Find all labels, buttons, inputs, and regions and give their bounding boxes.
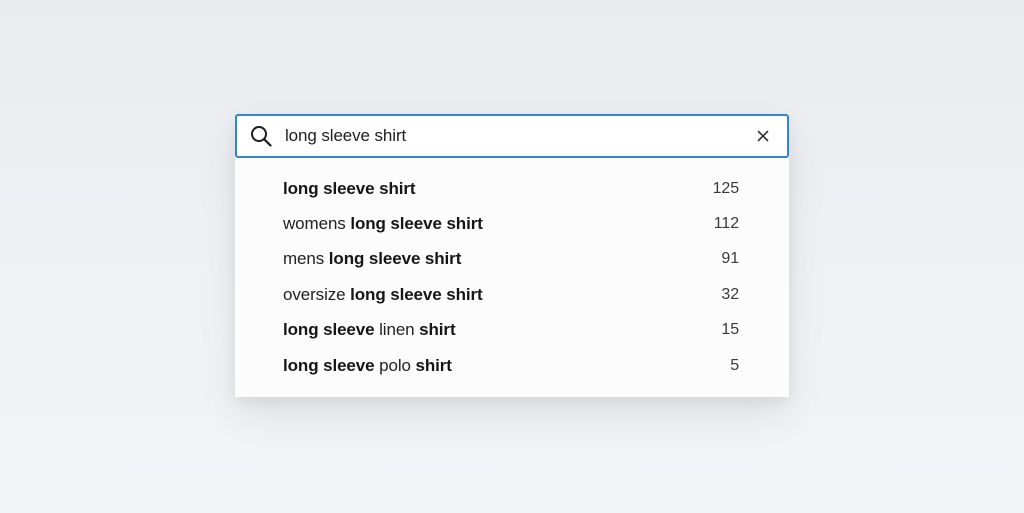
suggestion-text: mens long sleeve shirt [283, 249, 461, 269]
suggestion-list: long sleeve shirt 125 womens long sleeve… [235, 158, 789, 398]
suggestion-text-plain: oversize [283, 284, 351, 304]
suggestion-text: oversize long sleeve shirt [283, 285, 483, 305]
search-input[interactable] [285, 122, 753, 150]
suggestion-item[interactable]: long sleeve shirt 125 [235, 171, 789, 206]
suggestion-item[interactable]: oversize long sleeve shirt 32 [235, 277, 789, 312]
suggestion-text-bold: shirt [415, 355, 452, 375]
suggestion-text-bold: shirt [419, 320, 456, 340]
suggestion-text-bold: long sleeve [283, 320, 375, 340]
suggestion-text-plain: mens [283, 249, 329, 269]
suggestion-count: 15 [721, 321, 739, 339]
suggestion-text-bold: long sleeve shirt [328, 249, 462, 269]
suggestion-text: long sleeve polo shirt [283, 356, 452, 376]
suggestion-text-bold: long sleeve [283, 355, 375, 375]
suggestion-item[interactable]: long sleeve linen shirt 15 [235, 313, 789, 348]
suggestion-count: 32 [721, 285, 739, 303]
suggestion-text: womens long sleeve shirt [283, 214, 483, 234]
close-icon[interactable] [753, 126, 773, 146]
suggestion-item[interactable]: womens long sleeve shirt 112 [235, 206, 789, 241]
suggestion-text-plain: linen [374, 320, 420, 340]
suggestion-count: 5 [730, 356, 739, 374]
suggestion-text-bold: long sleeve shirt [350, 284, 483, 304]
suggestion-text-bold: long sleeve shirt [283, 178, 416, 198]
suggestion-item[interactable]: mens long sleeve shirt 91 [235, 242, 789, 277]
search-bar[interactable] [235, 114, 789, 158]
suggestion-text: long sleeve linen shirt [283, 320, 456, 340]
suggestion-text-plain: womens [283, 214, 351, 234]
suggestion-item[interactable]: long sleeve polo shirt 5 [235, 348, 789, 383]
search-autocomplete: long sleeve shirt 125 womens long sleeve… [235, 114, 789, 398]
suggestion-count: 125 [712, 179, 740, 197]
suggestion-text: long sleeve shirt [283, 178, 416, 199]
suggestion-count: 112 [713, 215, 739, 233]
suggestion-count: 91 [721, 250, 739, 268]
suggestion-text-bold: long sleeve shirt [350, 214, 483, 234]
search-icon [249, 124, 273, 148]
suggestion-text-plain: polo [374, 355, 416, 375]
